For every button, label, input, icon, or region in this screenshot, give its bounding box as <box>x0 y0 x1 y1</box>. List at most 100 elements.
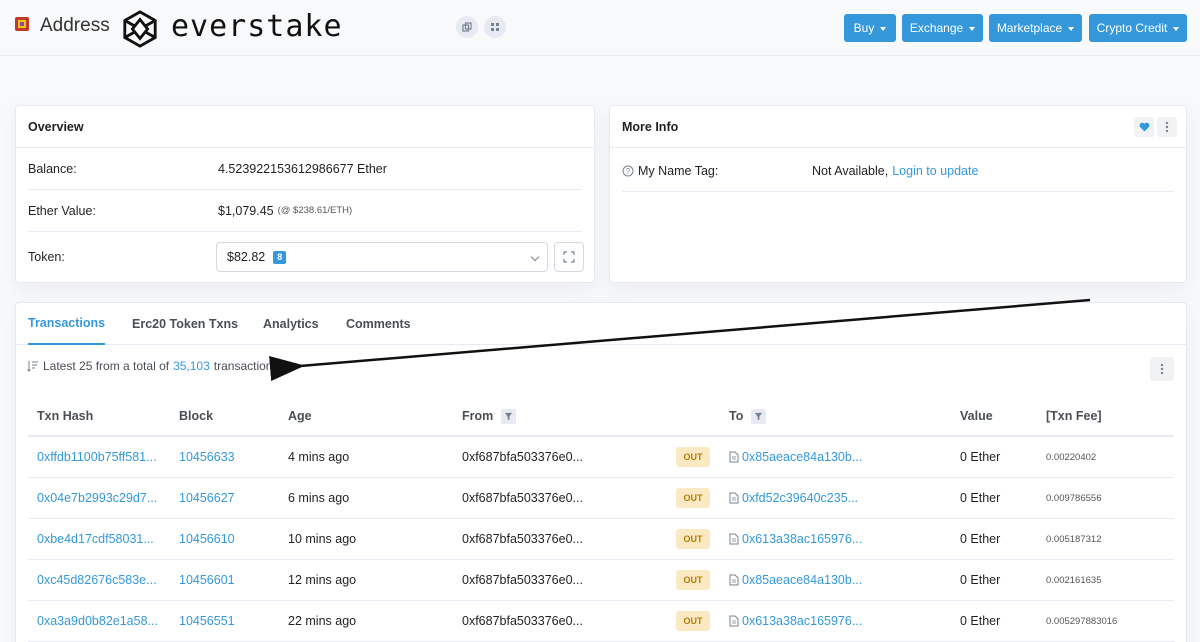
name-tag-value: Not Available, <box>812 163 889 178</box>
direction-badge-cell: OUT <box>676 437 710 477</box>
token-value: $82.82 <box>227 250 266 264</box>
column-header-txn-fee[interactable]: [Txn Fee] <box>1046 397 1102 435</box>
chevron-down-icon <box>1173 27 1180 31</box>
copy-address-button[interactable] <box>456 16 478 38</box>
qr-code-icon <box>491 23 499 31</box>
from-address: 0xf687bfa503376e0... <box>462 532 583 546</box>
buy-button[interactable]: Buy <box>844 14 896 42</box>
from-address: 0xf687bfa503376e0... <box>462 491 583 505</box>
svg-text:?: ? <box>626 167 631 176</box>
to-address-link[interactable]: 0x85aeace84a130b... <box>742 450 862 464</box>
contract-icon <box>729 492 739 504</box>
block-link[interactable]: 10456551 <box>179 601 235 641</box>
block-link[interactable]: 10456610 <box>179 519 235 559</box>
balance-label: Balance: <box>28 161 77 176</box>
ether-rate: (@ $238.61/ETH) <box>277 205 353 216</box>
chevron-down-icon <box>880 27 887 31</box>
txn-hash-link[interactable]: 0x04e7b2993c29d7... <box>37 478 157 518</box>
more-info-card: More Info ? My Name Tag: Not Available, … <box>609 105 1187 283</box>
direction-badge-cell: OUT <box>676 560 710 600</box>
expand-icon <box>563 251 575 263</box>
table-options-button[interactable] <box>1150 357 1174 381</box>
table-row: 0xc45d82676c583e... 10456601 12 mins ago 0x… <box>28 560 1174 601</box>
chevron-down-icon <box>530 252 540 262</box>
token-count-badge: 8 <box>273 250 287 264</box>
avatar-icon <box>15 17 29 31</box>
login-link[interactable]: Login to update <box>892 164 978 178</box>
txn-hash-link[interactable]: 0xa3a9d0b82e1a58... <box>37 601 158 641</box>
favorite-button[interactable] <box>1134 117 1154 137</box>
marketplace-button[interactable]: Marketplace <box>989 14 1082 42</box>
out-badge: OUT <box>676 570 710 590</box>
balance-row: Balance: 4.523922153612986677 Ether <box>28 148 582 190</box>
to-filter-button[interactable] <box>751 408 767 424</box>
tab-transactions[interactable]: Transactions <box>28 303 106 345</box>
to-address-link[interactable]: 0x85aeace84a130b... <box>742 573 862 587</box>
to-address-cell: 0xfd52c39640c235... <box>729 478 858 518</box>
direction-badge-cell: OUT <box>676 478 710 518</box>
table-row: 0xbe4d17cdf58031... 10456610 10 mins ago 0x… <box>28 519 1174 560</box>
to-address-link[interactable]: 0xfd52c39640c235... <box>742 491 858 505</box>
from-filter-button[interactable] <box>501 408 517 424</box>
tab-analytics[interactable]: Analytics <box>263 303 319 345</box>
contract-icon <box>729 451 739 463</box>
help-icon: ? <box>622 165 634 176</box>
txn-value: 0 Ether <box>960 532 1001 546</box>
contract-icon <box>729 574 739 586</box>
filter-icon <box>505 412 513 420</box>
txn-hash-link[interactable]: 0xbe4d17cdf58031... <box>37 519 154 559</box>
transaction-count-link[interactable]: 35,103 <box>173 359 210 373</box>
txn-age: 10 mins ago <box>288 532 357 546</box>
contract-icon <box>729 615 739 627</box>
chevron-down-icon <box>1068 27 1075 31</box>
tab-erc20-token-txns[interactable]: Erc20 Token Txns <box>132 303 238 345</box>
txn-hash-link[interactable]: 0xc45d82676c583e... <box>37 560 157 600</box>
chevron-down-icon <box>969 27 976 31</box>
copy-icon <box>462 22 472 32</box>
tab-comments[interactable]: Comments <box>346 303 411 345</box>
more-info-options-button[interactable] <box>1157 117 1177 137</box>
to-address-cell: 0x85aeace84a130b... <box>729 437 862 477</box>
from-address: 0xf687bfa503376e0... <box>462 614 583 628</box>
txn-hash-link[interactable]: 0xffdb1100b75ff581... <box>37 437 157 477</box>
block-link[interactable]: 10456627 <box>179 478 235 518</box>
column-header-to: To <box>729 397 767 435</box>
direction-badge-cell: OUT <box>676 519 710 559</box>
to-address-cell: 0x613a38ac165976... <box>729 519 862 559</box>
out-badge: OUT <box>676 529 710 549</box>
from-label: From <box>462 409 494 423</box>
exchange-button[interactable]: Exchange <box>902 14 983 42</box>
to-address-link[interactable]: 0x613a38ac165976... <box>742 532 862 546</box>
crypto-credit-button[interactable]: Crypto Credit <box>1089 14 1187 42</box>
table-row: 0xa3a9d0b82e1a58... 10456551 22 mins ago 0x… <box>28 601 1174 642</box>
block-link[interactable]: 10456633 <box>179 437 235 477</box>
to-address-cell: 0x613a38ac165976... <box>729 601 862 641</box>
txn-age: 4 mins ago <box>288 450 350 464</box>
ether-value-row: Ether Value: $1,079.45 (@ $238.61/ETH) <box>28 190 582 232</box>
txn-fee: 0.002161635 <box>1046 574 1102 586</box>
block-link[interactable]: 10456601 <box>179 560 235 600</box>
column-header-from: From <box>462 397 517 435</box>
qr-code-button[interactable] <box>484 16 506 38</box>
page-header: Address everstake Buy Exchange Marketpla… <box>0 0 1200 56</box>
tab-bar: Transactions Erc20 Token Txns Analytics … <box>16 303 1186 345</box>
to-address-cell: 0x85aeace84a130b... <box>729 560 862 600</box>
summary-prefix: Latest 25 from a total of <box>43 359 170 373</box>
token-dropdown[interactable]: $82.82 8 <box>216 242 548 272</box>
out-badge: OUT <box>676 447 710 467</box>
contract-icon <box>729 533 739 545</box>
table-row: 0xffdb1100b75ff581... 10456633 4 mins ago 0… <box>28 437 1174 478</box>
txn-value: 0 Ether <box>960 450 1001 464</box>
to-label: To <box>729 409 744 423</box>
to-address-link[interactable]: 0x613a38ac165976... <box>742 614 862 628</box>
column-header-txn-hash: Txn Hash <box>37 409 94 423</box>
transactions-summary: Latest 25 from a total of 35,103 transac… <box>27 359 278 373</box>
summary-suffix: transactions <box>213 359 279 373</box>
column-header-age[interactable]: Age <box>288 397 312 435</box>
token-expand-button[interactable] <box>554 242 584 272</box>
column-header-value: Value <box>960 409 993 423</box>
more-vertical-icon <box>1160 363 1164 375</box>
txn-fee: 0.00220402 <box>1046 451 1097 463</box>
brand-name: everstake <box>171 9 343 44</box>
name-tag-label: My Name Tag: <box>638 163 719 178</box>
